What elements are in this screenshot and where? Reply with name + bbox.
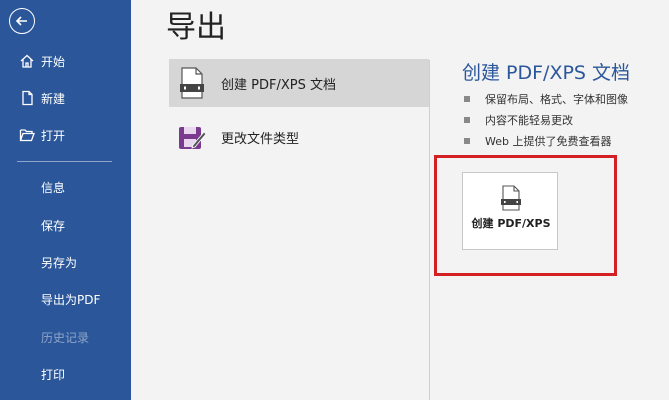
sidebar-item-open[interactable]: 打开 [0,120,131,150]
backstage-sidebar: 开始 新建 打开 信息 保存 另存为 导出为PDF 历史记录 打印 [0,0,131,400]
bullet-square-icon [464,137,470,144]
detail-title: 创建 PDF/XPS 文档 [462,62,631,84]
export-option-create-pdf[interactable]: 创建 PDF/XPS 文档 [169,59,429,107]
sidebar-item-label: 保存 [41,218,66,233]
export-option-label: 更改文件类型 [221,131,300,147]
create-button-label: 创建 PDF/XPS [471,217,551,230]
pdf-document-icon [499,185,523,215]
bullet-square-icon [464,116,470,123]
panel-divider [429,60,430,400]
sidebar-item-save-as[interactable]: 另存为 [0,247,131,277]
sidebar-item-save[interactable]: 保存 [0,210,131,240]
sidebar-item-info[interactable]: 信息 [0,172,131,202]
export-option-change-file-type[interactable]: 更改文件类型 [169,113,429,161]
page-title: 导出 [166,10,226,45]
sidebar-item-export-pdf[interactable]: 导出为PDF [0,284,131,314]
feature-list: 保留布局、格式、字体和图像 内容不能轻易更改 Web 上提供了免费查看器 [464,88,628,151]
folder-open-icon [18,126,36,144]
bullet-text: 内容不能轻易更改 [485,113,573,127]
sidebar-item-history: 历史记录 [0,322,131,352]
sidebar-item-label: 开始 [41,54,66,69]
sidebar-item-label: 新建 [41,91,66,106]
pdf-document-icon [177,67,207,99]
home-icon [18,52,36,70]
sidebar-item-new[interactable]: 新建 [0,83,131,113]
new-document-icon [18,89,36,107]
sidebar-item-label: 另存为 [41,255,78,270]
bullet-square-icon [464,95,470,102]
export-option-label: 创建 PDF/XPS 文档 [221,77,336,93]
sidebar-item-label: 打开 [41,128,66,143]
change-file-type-icon [177,121,207,153]
sidebar-item-label: 历史记录 [41,330,90,345]
list-item: 内容不能轻易更改 [464,109,628,130]
list-item: Web 上提供了免费查看器 [464,130,628,151]
sidebar-item-label: 信息 [41,180,66,195]
back-arrow-icon[interactable] [9,8,35,34]
sidebar-item-home[interactable]: 开始 [0,46,131,76]
sidebar-divider [17,161,112,162]
list-item: 保留布局、格式、字体和图像 [464,88,628,109]
sidebar-item-label: 打印 [41,367,66,382]
bullet-text: Web 上提供了免费查看器 [485,134,612,148]
bullet-text: 保留布局、格式、字体和图像 [485,92,628,106]
sidebar-item-print[interactable]: 打印 [0,359,131,389]
create-pdf-xps-button[interactable]: 创建 PDF/XPS [462,172,558,250]
sidebar-item-label: 导出为PDF [41,292,101,307]
